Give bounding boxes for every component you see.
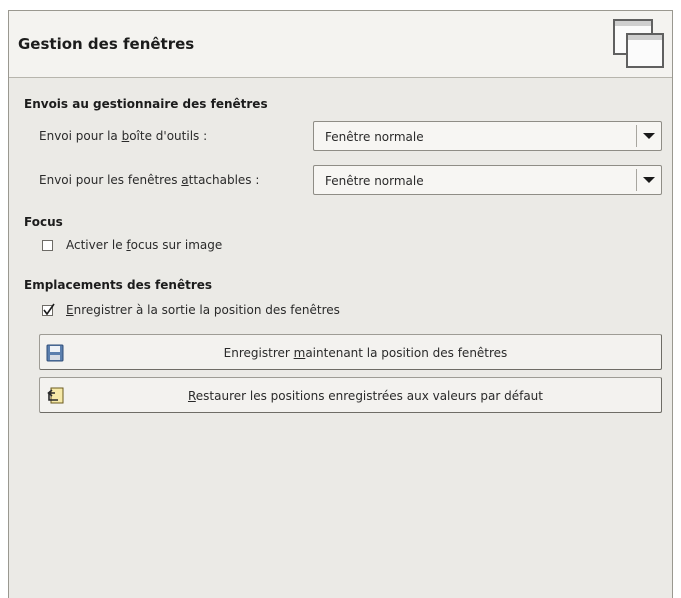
chevron-down-icon[interactable] — [643, 177, 655, 183]
toolbox-hint-select[interactable]: Fenêtre normale — [313, 121, 662, 151]
toolbox-hint-value: Fenêtre normale — [325, 130, 424, 144]
chevron-down-icon[interactable] — [643, 133, 655, 139]
docks-hint-value: Fenêtre normale — [325, 174, 424, 188]
reset-positions-label: Restaurer les positions enregistrées aux… — [187, 389, 543, 403]
section-title-hints: Envois au gestionnaire des fenêtres — [24, 97, 268, 111]
section-title-positions: Emplacements des fenêtres — [24, 278, 213, 292]
combo-separator — [636, 125, 637, 147]
activate-focus-label[interactable]: Activer le focus sur image — [66, 238, 222, 252]
docks-hint-select[interactable]: Fenêtre normale — [313, 165, 662, 195]
floppy-disk-icon — [46, 344, 64, 362]
combo-separator — [636, 169, 637, 191]
checkmark-icon — [43, 303, 55, 316]
preferences-panel: Gestion des fenêtres Envois au gestionna… — [8, 10, 673, 598]
toolbox-hint-label: Envoi pour la boîte d'outils : — [39, 129, 208, 143]
section-title-focus: Focus — [24, 215, 63, 229]
revert-icon — [46, 387, 64, 405]
save-positions-now-label: Enregistrer maintenant la position des f… — [223, 346, 508, 360]
page-title: Gestion des fenêtres — [18, 35, 195, 53]
save-on-exit-label[interactable]: Enregistrer à la sortie la position des … — [66, 303, 340, 317]
window-management-icon — [613, 19, 665, 69]
activate-focus-checkbox[interactable] — [42, 240, 53, 251]
docks-hint-label: Envoi pour les fenêtres attachables : — [39, 173, 260, 187]
panel-header: Gestion des fenêtres — [9, 11, 672, 78]
reset-positions-button[interactable]: Restaurer les positions enregistrées aux… — [39, 377, 662, 413]
save-on-exit-checkbox[interactable] — [42, 303, 55, 316]
save-positions-now-button[interactable]: Enregistrer maintenant la position des f… — [39, 334, 662, 370]
